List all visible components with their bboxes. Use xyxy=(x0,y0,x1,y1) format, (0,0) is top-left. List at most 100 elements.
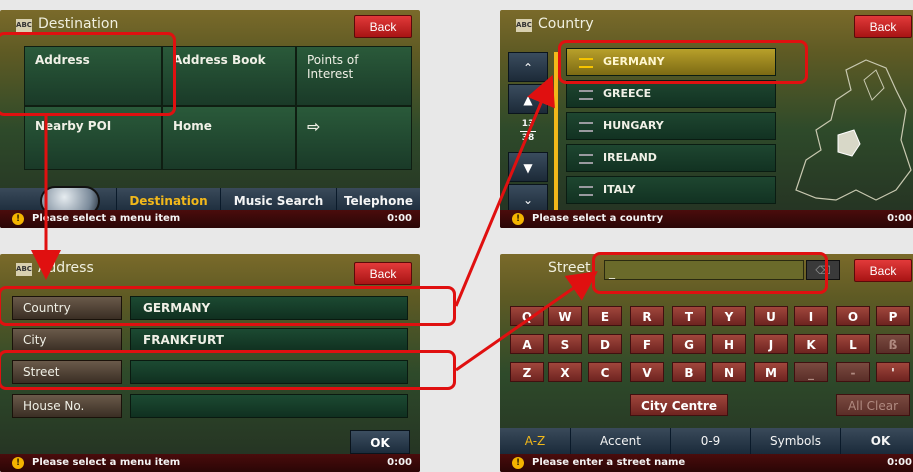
key[interactable]: V xyxy=(630,362,664,382)
counter-total: 38 xyxy=(521,133,535,143)
key[interactable]: N xyxy=(712,362,746,382)
city-field[interactable]: FRANKFURT xyxy=(130,328,408,352)
country-name: IRELAND xyxy=(603,151,657,164)
status-text: Please select a menu item xyxy=(32,213,181,224)
key[interactable]: H xyxy=(712,334,746,354)
address-book-tile[interactable]: Address Book xyxy=(162,46,296,106)
more-arrow-tile[interactable]: ⇨ xyxy=(296,106,412,170)
highlight-street-input xyxy=(592,252,828,294)
ok-button[interactable]: OK xyxy=(840,428,913,454)
country-item[interactable]: ITALY xyxy=(566,176,776,204)
key[interactable]: _ xyxy=(794,362,828,382)
back-button[interactable]: Back xyxy=(354,15,412,38)
highlight-street-field xyxy=(0,350,456,390)
list-counter: 13 38 xyxy=(508,118,548,146)
status-time: 0:00 xyxy=(387,457,412,468)
key[interactable]: R xyxy=(630,306,664,326)
key[interactable]: D xyxy=(588,334,622,354)
key[interactable]: G xyxy=(672,334,706,354)
scroll-up-icon[interactable]: ▲ xyxy=(508,84,548,114)
status-text: Please select a menu item xyxy=(32,457,181,468)
key[interactable]: ß xyxy=(876,334,910,354)
destination-title-text: Destination xyxy=(38,16,119,32)
abc-icon: ABC xyxy=(16,263,32,276)
arrow-right-icon: ⇨ xyxy=(307,117,321,136)
city-field-label[interactable]: City xyxy=(12,328,122,352)
scroll-controls: ⌃ ▲ 13 38 ▼ ⌄ xyxy=(508,52,548,214)
status-time: 0:00 xyxy=(387,213,412,224)
all-clear-button[interactable]: All Clear xyxy=(836,394,910,416)
house-number-field-label[interactable]: House No. xyxy=(12,394,122,418)
city-centre-button[interactable]: City Centre xyxy=(630,394,728,416)
status-time: 0:00 xyxy=(887,457,912,468)
highlight-germany xyxy=(558,40,808,84)
key[interactable]: B xyxy=(672,362,706,382)
status-bar: ! Please select a menu item 0:00 xyxy=(0,210,420,228)
street-input-label: Street: xyxy=(548,260,596,276)
abc-icon: ABC xyxy=(16,19,32,32)
key[interactable]: J xyxy=(754,334,788,354)
abc-icon: ABC xyxy=(516,19,532,32)
status-text: Please enter a street name xyxy=(532,457,686,468)
key[interactable]: K xyxy=(794,334,828,354)
highlight-country-field xyxy=(0,286,456,326)
key[interactable]: W xyxy=(548,306,582,326)
info-icon: ! xyxy=(12,457,24,469)
mode-accent[interactable]: Accent xyxy=(570,428,670,454)
country-title: ABC Country xyxy=(500,10,913,40)
back-button[interactable]: Back xyxy=(354,262,412,285)
status-bar: ! Please select a menu item 0:00 xyxy=(0,454,420,472)
status-bar: ! Please select a country 0:00 xyxy=(500,210,913,228)
info-icon: ! xyxy=(512,457,524,469)
key[interactable]: T xyxy=(672,306,706,326)
key[interactable]: Q xyxy=(510,306,544,326)
status-bar: ! Please enter a street name 0:00 xyxy=(500,454,913,472)
key[interactable]: L xyxy=(836,334,870,354)
back-button[interactable]: Back xyxy=(854,259,912,282)
home-tile-label: Home xyxy=(173,119,212,133)
key[interactable]: Z xyxy=(510,362,544,382)
key[interactable]: Y xyxy=(712,306,746,326)
page-up-icon[interactable]: ⌃ xyxy=(508,52,548,82)
key[interactable]: F xyxy=(630,334,664,354)
key[interactable]: S xyxy=(548,334,582,354)
mode-0-9[interactable]: 0-9 xyxy=(670,428,750,454)
flag-icon xyxy=(579,122,593,132)
country-item[interactable]: HUNGARY xyxy=(566,112,776,140)
info-icon: ! xyxy=(12,213,24,225)
info-icon: ! xyxy=(512,213,524,225)
country-name: ITALY xyxy=(603,183,636,196)
status-text: Please select a country xyxy=(532,213,664,224)
key[interactable]: X xyxy=(548,362,582,382)
keyboard-mode-bar: A-Z Accent 0-9 Symbols OK xyxy=(500,428,913,454)
key[interactable]: P xyxy=(876,306,910,326)
back-button[interactable]: Back xyxy=(854,15,912,38)
key[interactable]: M xyxy=(754,362,788,382)
key[interactable]: O xyxy=(836,306,870,326)
country-name: GREECE xyxy=(603,87,652,100)
key[interactable]: E xyxy=(588,306,622,326)
country-item[interactable]: GREECE xyxy=(566,80,776,108)
ok-button[interactable]: OK xyxy=(350,430,410,454)
address-title-text: Address xyxy=(38,260,94,276)
flag-icon xyxy=(579,186,593,196)
key[interactable]: U xyxy=(754,306,788,326)
counter-current: 13 xyxy=(520,118,536,132)
key[interactable]: ' xyxy=(876,362,910,382)
highlight-address xyxy=(0,32,176,116)
key[interactable]: I xyxy=(794,306,828,326)
house-number-field[interactable] xyxy=(130,394,408,418)
key[interactable]: - xyxy=(836,362,870,382)
country-item[interactable]: IRELAND xyxy=(566,144,776,172)
address-book-tile-label: Address Book xyxy=(173,53,266,67)
nearby-poi-tile-label: Nearby POI xyxy=(35,119,112,133)
flag-icon xyxy=(579,154,593,164)
key[interactable]: A xyxy=(510,334,544,354)
mode-symbols[interactable]: Symbols xyxy=(750,428,840,454)
scroll-down-icon[interactable]: ▼ xyxy=(508,152,548,182)
mode-a-z[interactable]: A-Z xyxy=(500,428,570,454)
home-tile[interactable]: Home xyxy=(162,106,296,170)
points-of-interest-tile[interactable]: Points of Interest xyxy=(296,46,412,106)
country-title-text: Country xyxy=(538,16,594,32)
key[interactable]: C xyxy=(588,362,622,382)
